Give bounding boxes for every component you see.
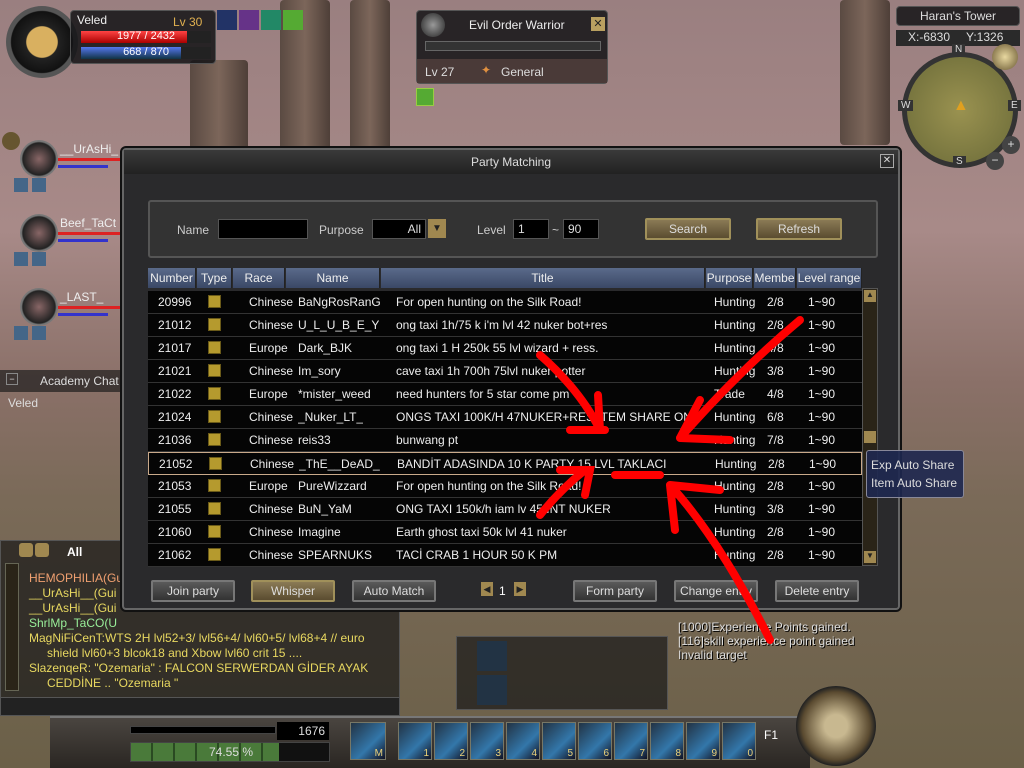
hotbar-key: 2	[459, 748, 465, 759]
party-member-name: Beef_TaCt	[60, 216, 117, 230]
party-buff-icon	[32, 252, 46, 266]
column-header-level-range[interactable]: Level range	[797, 268, 862, 288]
hotbar-slot-3[interactable]: 3	[470, 722, 504, 760]
hotbar-slot-8[interactable]: 8	[650, 722, 684, 760]
hotbar-slot-4[interactable]: 4	[506, 722, 540, 760]
party-member-mp	[58, 239, 108, 242]
party-member-name: __UrAsHi_	[60, 142, 119, 156]
column-header-race[interactable]: Race	[233, 268, 285, 288]
party-member-portrait[interactable]	[20, 140, 58, 178]
party-member-portrait[interactable]	[20, 288, 58, 326]
hotbar-slot-9[interactable]: 9	[686, 722, 720, 760]
hotbar-slot-2[interactable]: 2	[434, 722, 468, 760]
party-buff-icon	[32, 178, 46, 192]
party-buff-icon	[14, 252, 28, 266]
hotbar-key: 0	[747, 748, 753, 759]
hotbar-key: 3	[495, 748, 501, 759]
hotbar-slot-1[interactable]: 1	[398, 722, 432, 760]
hotbar-slot-0[interactable]: 0	[722, 722, 756, 760]
party-member-hp	[58, 232, 120, 235]
hotbar-key: 7	[639, 748, 645, 759]
hotbar-key: 6	[603, 748, 609, 759]
column-header-name[interactable]: Name	[286, 268, 380, 288]
hotbar-slot-7[interactable]: 7	[614, 722, 648, 760]
hotbar-key: 4	[531, 748, 537, 759]
hotbar-key: 5	[567, 748, 573, 759]
party-member-mp	[58, 165, 108, 168]
hotbar-slot-5[interactable]: 5	[542, 722, 576, 760]
column-header-purpose[interactable]: Purpose	[706, 268, 753, 288]
party-member-hp	[58, 306, 120, 309]
party-buff-icon	[14, 326, 28, 340]
column-header-title[interactable]: Title	[381, 268, 705, 288]
party-member-portrait[interactable]	[20, 214, 58, 252]
hotbar-key: 1	[423, 748, 429, 759]
party-buff-icon	[14, 178, 28, 192]
party-buff-icon	[32, 326, 46, 340]
red-annotation-arrows	[536, 316, 804, 644]
hotbar-key: 8	[675, 748, 681, 759]
column-header-type[interactable]: Type	[197, 268, 232, 288]
party-member-mp	[58, 313, 108, 316]
party-member-name: _LAST_	[60, 290, 104, 304]
hotbar-slot-6[interactable]: 6	[578, 722, 612, 760]
column-header-number[interactable]: Number	[148, 268, 196, 288]
column-header-membe[interactable]: Membe	[754, 268, 796, 288]
hotbar-key: 9	[711, 748, 717, 759]
party-member-hp	[58, 158, 120, 161]
